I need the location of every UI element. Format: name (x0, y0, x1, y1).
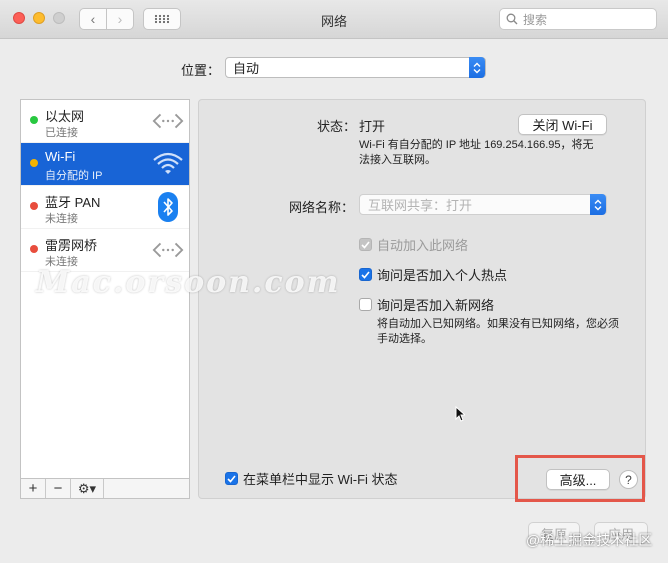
highlight-box (515, 455, 645, 502)
service-name: 以太网 (45, 109, 85, 124)
status-dot-red (30, 245, 38, 253)
ask-join-new-network-checkbox[interactable]: 询问是否加入新网络 (359, 295, 494, 314)
location-popup[interactable]: 自动 (225, 57, 486, 78)
service-status: 未连接 (45, 213, 78, 225)
popup-stepper-icon (590, 194, 606, 215)
thunderbolt-bridge-arrows-icon (152, 235, 184, 265)
network-name-popup[interactable]: 互联网共享：打开 (359, 194, 607, 215)
show-wifi-in-menubar-checkbox[interactable]: 在菜单栏中显示 Wi-Fi 状态 (225, 469, 398, 488)
location-value: 自动 (233, 61, 260, 76)
action-gear-menu-button[interactable]: ⚙▾ (71, 479, 104, 498)
service-item-wifi[interactable]: Wi-Fi 自分配的 IP (21, 143, 189, 186)
location-label: 位置： (181, 63, 221, 78)
network-preferences-window: ‹ › 网络 搜索 位置： 自动 以太网 已连接 Wi-Fi 自分配的 IP 蓝… (0, 0, 668, 563)
ask-new-description-line1: 将自动加入已知网络。如果没有已知网络，您必须 (377, 318, 619, 330)
ask-join-hotspot-label: 询问是否加入个人热点 (377, 268, 508, 283)
search-placeholder: 搜索 (523, 12, 548, 27)
search-icon (506, 13, 518, 25)
status-label: 状态： (317, 119, 357, 134)
title-bar: ‹ › 网络 搜索 (0, 0, 668, 39)
remove-service-button[interactable]: − (46, 479, 71, 498)
checkmark-icon (359, 268, 372, 281)
service-item-ethernet[interactable]: 以太网 已连接 (21, 100, 189, 143)
service-name: 蓝牙 PAN (45, 195, 101, 210)
status-description-line1: Wi-Fi 有自分配的 IP 地址 169.254.166.95，将无 (359, 139, 594, 151)
wifi-icon (152, 149, 184, 179)
status-description-line2: 法接入互联网。 (359, 154, 436, 166)
service-name: 雷雳网桥 (45, 238, 98, 253)
network-name-label: 网络名称： (289, 200, 355, 215)
checkbox-box (359, 298, 372, 311)
status-value: 打开 (359, 119, 386, 134)
service-status: 自分配的 IP (45, 170, 103, 182)
site-watermark: Mac.orsoon.com (36, 265, 341, 300)
corner-watermark: @稀土掘金技术社区 (526, 532, 653, 548)
status-dot-yellow (30, 159, 38, 167)
search-field[interactable]: 搜索 (499, 8, 657, 30)
service-list-toolbar: + − ⚙▾ (20, 479, 190, 499)
auto-join-label: 自动加入此网络 (377, 238, 469, 253)
service-name: Wi-Fi (45, 149, 76, 164)
ask-new-description-line2: 手动选择。 (377, 333, 432, 345)
show-wifi-in-menubar-label: 在菜单栏中显示 Wi-Fi 状态 (243, 472, 398, 487)
add-service-button[interactable]: + (21, 479, 46, 498)
service-status: 已连接 (45, 127, 78, 139)
popup-stepper-icon (469, 57, 485, 78)
ethernet-arrows-icon (152, 106, 184, 136)
checkmark-icon (225, 472, 238, 485)
network-name-placeholder: 互联网共享：打开 (368, 198, 473, 213)
ask-join-new-network-label: 询问是否加入新网络 (377, 298, 495, 313)
service-item-bluetooth-pan[interactable]: 蓝牙 PAN 未连接 (21, 186, 189, 229)
ask-join-hotspot-checkbox[interactable]: 询问是否加入个人热点 (359, 265, 507, 284)
mouse-pointer-icon (455, 405, 467, 425)
checkmark-icon (359, 238, 372, 251)
bluetooth-icon (152, 192, 184, 222)
turn-off-wifi-button[interactable]: 关闭 Wi-Fi (518, 114, 607, 135)
auto-join-checkbox[interactable]: 自动加入此网络 (359, 235, 468, 254)
status-dot-red (30, 202, 38, 210)
status-dot-green (30, 116, 38, 124)
